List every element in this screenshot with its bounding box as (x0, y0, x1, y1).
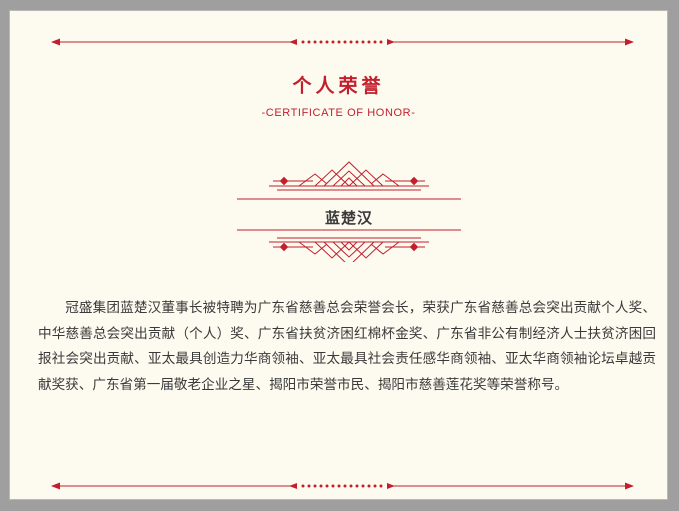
certificate-card: 个人荣誉 -CERTIFICATE OF HONOR- 蓝楚汉 冠盛集团蓝楚汉董… (9, 10, 668, 500)
top-ornament-divider (51, 38, 634, 46)
recipient-name: 蓝楚汉 (324, 209, 373, 227)
honor-description: 冠盛集团蓝楚汉董事长被特聘为广东省慈善总会荣誉会长，荣获广东省慈善总会突出贡献个… (38, 300, 656, 393)
page-subtitle: -CERTIFICATE OF HONOR- (261, 107, 416, 119)
page-title: 个人荣誉 (292, 75, 385, 97)
bottom-ornament-divider (51, 482, 634, 490)
